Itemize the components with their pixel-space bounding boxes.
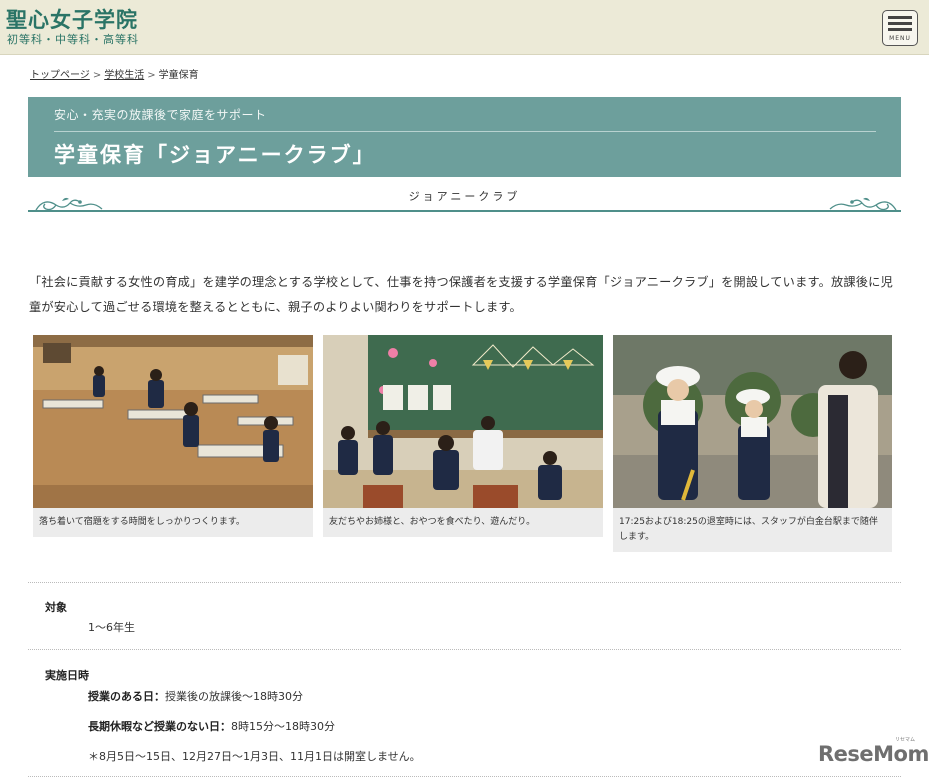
schedule-weekday-label: 授業のある日： [88,690,165,703]
banner-subtitle: 安心・充実の放課後で家庭をサポート [54,108,267,122]
breadcrumb-link-school-life[interactable]: 学校生活 [104,70,144,81]
breadcrumb: トップページ > 学校生活 > 学童保育 [30,66,199,81]
breadcrumb-separator: > [92,70,102,81]
resemom-watermark: ReseMom リセマム [818,737,929,766]
schedule-holiday-label: 長期休暇など授業のない日： [88,720,231,733]
divider [28,582,901,583]
target-label: 対象 [45,601,67,614]
schedule-holiday-value: 8時15分〜18時30分 [231,720,335,733]
school-logo[interactable]: 聖心女子学院 [6,4,138,34]
breadcrumb-current: 学童保育 [158,70,199,81]
banner-divider [54,131,876,132]
menu-label: MENU [889,35,911,42]
site-header: 聖心女子学院 初等科・中等科・高等科 MENU [0,0,929,55]
breadcrumb-link-top[interactable]: トップページ [30,70,90,81]
photo-playroom [323,335,603,508]
hamburger-icon-bar [888,28,912,31]
divider [28,649,901,650]
hamburger-icon [888,16,912,19]
intro-paragraph: 「社会に貢献する女性の育成」を建学の理念とする学校として、仕事を持つ保護者を支援… [29,275,893,314]
photo-card-homework: 落ち着いて宿題をする時間をしっかりつくります。 [33,335,313,537]
photo-caption: 友だちやお姉様と、おやつを食べたり、遊んだり。 [329,517,536,527]
page-banner: 安心・充実の放課後で家庭をサポート 学童保育「ジョアニークラブ」 [28,97,901,177]
photo-caption: 落ち着いて宿題をする時間をしっかりつくります。 [39,517,245,527]
schedule-weekday-value: 授業後の放課後〜18時30分 [165,690,303,703]
hamburger-icon-bar [888,22,912,25]
photo-card-snacks: 友だちやお姉様と、おやつを食べたり、遊んだり。 [323,335,603,537]
watermark-text: ReseMom [818,742,929,766]
schedule-label: 実施日時 [45,669,89,682]
section-rule [28,210,901,212]
photo-caption: 17:25および18:25の退室時には、スタッフが白金台駅まで随伴します。 [619,517,878,542]
divider [28,776,901,777]
menu-button[interactable]: MENU [882,10,918,46]
page-title: 学童保育「ジョアニークラブ」 [54,142,376,167]
schedule-weekday: 授業のある日：授業後の放課後〜18時30分 [88,688,303,704]
schedule-holiday: 長期休暇など授業のない日：8時15分〜18時30分 [88,718,335,734]
section-heading-text: ジョアニークラブ [408,190,521,203]
school-logo-subtitle: 初等科・中等科・高等科 [7,33,139,46]
schedule-closed-note: ＊8月5日〜15日、12月27日〜1月3日、11月1日は開室しません。 [88,750,421,763]
target-value: 1〜6年生 [88,621,135,634]
photo-walking [613,335,892,508]
breadcrumb-separator: > [147,70,156,81]
photo-classroom [33,335,313,508]
photo-card-escort: 17:25および18:25の退室時には、スタッフが白金台駅まで随伴します。 [613,335,892,552]
section-heading: ジョアニークラブ [28,183,901,217]
watermark-small: リセマム [895,737,916,743]
